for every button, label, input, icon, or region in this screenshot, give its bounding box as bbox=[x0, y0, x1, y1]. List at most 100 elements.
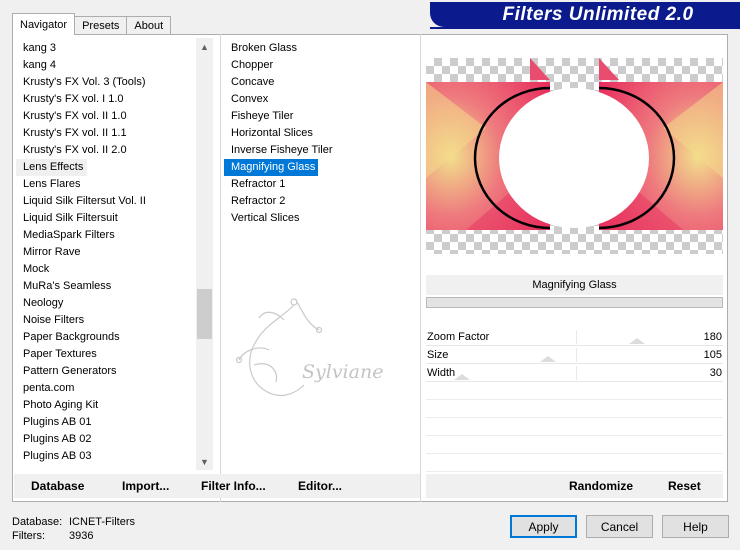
filter-item[interactable]: Horizontal Slices bbox=[224, 125, 335, 142]
category-item[interactable]: Krusty's FX Vol. 3 (Tools) bbox=[16, 74, 196, 91]
category-item[interactable]: Liquid Silk Filtersut Vol. II bbox=[16, 193, 196, 210]
filter-item[interactable]: Broken Glass bbox=[224, 40, 335, 57]
parameter-value: 105 bbox=[703, 349, 722, 361]
left-button-bar: Database Import... Filter Info... Editor… bbox=[14, 474, 420, 498]
editor-button[interactable]: Editor... bbox=[298, 474, 342, 498]
category-item[interactable]: kang 4 bbox=[16, 57, 196, 74]
category-item[interactable]: Plugins AB 03 bbox=[16, 448, 196, 465]
filter-item[interactable]: Convex bbox=[224, 91, 335, 108]
category-item[interactable]: Neology bbox=[16, 295, 196, 312]
filter-info-button[interactable]: Filter Info... bbox=[201, 474, 266, 498]
filter-item[interactable]: Fisheye Tiler bbox=[224, 108, 335, 125]
preview-image bbox=[426, 58, 723, 230]
parameter-slider-row[interactable]: Width 30 bbox=[426, 364, 723, 382]
tab-bar: Navigator Presets About bbox=[12, 13, 172, 35]
scroll-down-icon[interactable]: ▼ bbox=[196, 453, 213, 470]
category-list: kang 3 kang 4 Krusty's FX Vol. 3 (Tools) Kr… bbox=[16, 40, 196, 465]
category-item[interactable]: Noise Filters bbox=[16, 312, 196, 329]
parameter-label: Zoom Factor bbox=[427, 331, 490, 343]
category-item[interactable]: Liquid Silk Filtersuit bbox=[16, 210, 196, 227]
scrollbar-thumb[interactable] bbox=[197, 289, 212, 339]
help-button[interactable]: Help bbox=[662, 515, 729, 538]
filter-list: Broken Glass Chopper Concave Convex Fisheye … bbox=[224, 40, 335, 227]
category-item[interactable]: Photo Aging Kit bbox=[16, 397, 196, 414]
category-item[interactable]: Paper Textures bbox=[16, 346, 196, 363]
category-item[interactable]: Plugins AB 02 bbox=[16, 431, 196, 448]
empty-parameter-row bbox=[426, 382, 723, 400]
category-item[interactable]: Lens Effects bbox=[16, 159, 88, 176]
tab-about[interactable]: About bbox=[126, 16, 172, 35]
parameter-label: Width bbox=[427, 367, 456, 379]
parameter-value: 30 bbox=[709, 367, 722, 379]
right-button-bar: Randomize Reset bbox=[426, 474, 723, 498]
filter-item[interactable]: Refractor 1 bbox=[224, 176, 335, 193]
tab-presets[interactable]: Presets bbox=[74, 16, 128, 35]
category-item[interactable]: Paper Backgrounds bbox=[16, 329, 196, 346]
banner-title: Filters Unlimited 2.0 bbox=[502, 3, 694, 25]
filter-item[interactable]: Vertical Slices bbox=[224, 210, 335, 227]
category-list-panel: kang 3 kang 4 Krusty's FX Vol. 3 (Tools) Kr… bbox=[16, 38, 213, 470]
scroll-up-icon[interactable]: ▲ bbox=[196, 38, 213, 55]
filter-preview bbox=[426, 58, 723, 254]
divider bbox=[420, 34, 421, 502]
database-button[interactable]: Database bbox=[31, 474, 84, 498]
category-item[interactable]: Plugins AB 01 bbox=[16, 414, 196, 431]
database-value: ICNET-Filters bbox=[69, 516, 135, 528]
parameter-progress-bar bbox=[426, 297, 723, 308]
watermark-logo: Sylviane bbox=[235, 298, 383, 397]
tab-label: Navigator bbox=[20, 18, 68, 31]
category-item[interactable]: Mirror Rave bbox=[16, 244, 196, 261]
category-item[interactable]: Mock bbox=[16, 261, 196, 278]
parameter-slider-row[interactable]: Zoom Factor 180 bbox=[426, 328, 723, 346]
category-item[interactable]: penta.com bbox=[16, 380, 196, 397]
category-item[interactable]: Krusty's FX vol. II 2.0 bbox=[16, 142, 196, 159]
import-button[interactable]: Import... bbox=[122, 474, 169, 498]
filter-item[interactable]: Inverse Fisheye Tiler bbox=[224, 142, 335, 159]
tab-label: Presets bbox=[82, 20, 120, 32]
cancel-label: Cancel bbox=[600, 519, 639, 534]
category-item[interactable]: Pattern Generators bbox=[16, 363, 196, 380]
help-label: Help bbox=[683, 519, 708, 534]
randomize-button[interactable]: Randomize bbox=[569, 474, 633, 498]
parameter-list: Zoom Factor 180 Size 105 Width 30 bbox=[426, 328, 723, 472]
status-area: Database: ICNET-Filters Filters: 3936 bbox=[12, 515, 135, 543]
apply-label: Apply bbox=[528, 519, 559, 534]
category-item[interactable]: Krusty's FX vol. II 1.0 bbox=[16, 108, 196, 125]
banner-underline bbox=[430, 27, 740, 29]
slider-center-tick bbox=[576, 330, 577, 344]
category-item[interactable]: Krusty's FX vol. II 1.1 bbox=[16, 125, 196, 142]
empty-parameter-row bbox=[426, 454, 723, 472]
filter-item[interactable]: Concave bbox=[224, 74, 335, 91]
empty-parameter-row bbox=[426, 418, 723, 436]
slider-center-tick bbox=[576, 366, 577, 380]
parameter-slider-row[interactable]: Size 105 bbox=[426, 346, 723, 364]
app-banner: Filters Unlimited 2.0 bbox=[430, 2, 740, 27]
parameter-label: Size bbox=[427, 349, 449, 361]
filter-item[interactable]: Chopper bbox=[224, 57, 335, 74]
slider-pointer-icon[interactable] bbox=[540, 356, 556, 362]
apply-button[interactable]: Apply bbox=[510, 515, 577, 538]
category-item[interactable]: MuRa's Seamless bbox=[16, 278, 196, 295]
divider bbox=[220, 34, 221, 502]
database-label: Database: bbox=[12, 516, 63, 528]
filters-label: Filters: bbox=[12, 530, 45, 542]
category-item[interactable]: Krusty's FX vol. I 1.0 bbox=[16, 91, 196, 108]
filter-item[interactable]: Refractor 2 bbox=[224, 193, 335, 210]
category-item[interactable]: kang 3 bbox=[16, 40, 196, 57]
watermark-text: Sylviane bbox=[302, 361, 383, 383]
empty-parameter-row bbox=[426, 436, 723, 454]
slider-pointer-icon[interactable] bbox=[629, 338, 645, 344]
category-item[interactable]: Lens Flares bbox=[16, 176, 196, 193]
category-item[interactable]: MediaSpark Filters bbox=[16, 227, 196, 244]
cancel-button[interactable]: Cancel bbox=[586, 515, 653, 538]
tab-navigator[interactable]: Navigator bbox=[12, 13, 76, 35]
reset-button[interactable]: Reset bbox=[668, 474, 701, 498]
filter-item[interactable]: Magnifying Glass bbox=[224, 159, 319, 176]
tab-label: About bbox=[134, 20, 164, 32]
parameter-value: 180 bbox=[703, 331, 722, 343]
slider-center-tick bbox=[576, 348, 577, 362]
filters-count: 3936 bbox=[69, 530, 94, 542]
category-scrollbar[interactable]: ▲ ▼ bbox=[196, 38, 213, 470]
slider-pointer-icon[interactable] bbox=[454, 374, 470, 380]
empty-parameter-row bbox=[426, 400, 723, 418]
